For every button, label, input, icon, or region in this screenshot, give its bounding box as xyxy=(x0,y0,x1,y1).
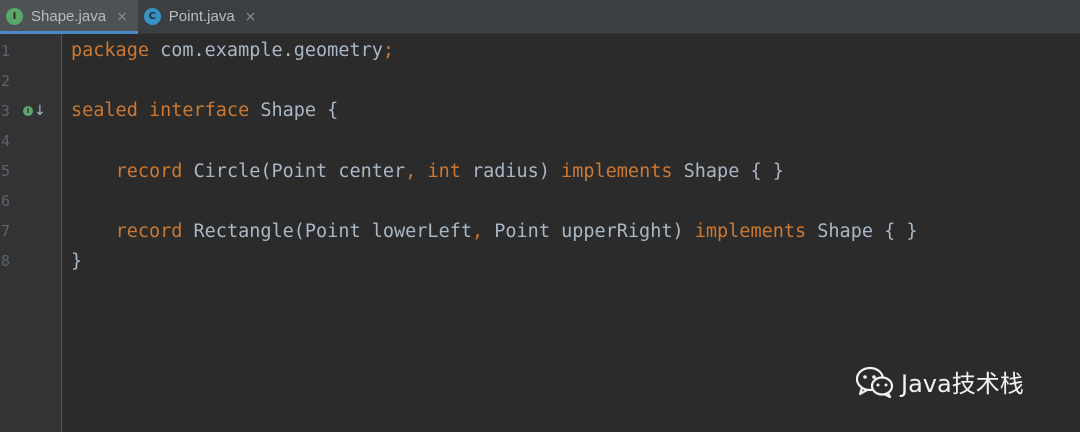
tab-point-java[interactable]: C Point.java × xyxy=(138,0,267,33)
code-text: Shape { xyxy=(249,100,339,121)
code-text: radius) xyxy=(460,161,562,182)
code-line-7: record Rectangle(Point lowerLeft, Point … xyxy=(71,217,918,247)
tab-label: Shape.java xyxy=(31,8,107,25)
keyword: record xyxy=(115,161,183,182)
keyword: sealed xyxy=(71,100,138,121)
comma: , xyxy=(405,161,417,182)
wechat-icon xyxy=(855,366,894,398)
watermark-text: Java技术栈 xyxy=(901,370,1024,398)
semicolon: ; xyxy=(382,40,395,61)
keyword: int xyxy=(427,161,461,182)
keyword: implements xyxy=(694,221,807,242)
code-text: } xyxy=(71,251,83,272)
line-number: 4 xyxy=(0,132,10,150)
interface-file-icon: I xyxy=(6,8,23,25)
line-number-gutter: 1 2 3 4 5 6 7 8 I ↓ xyxy=(0,34,62,432)
tab-label: Point.java xyxy=(168,8,235,25)
comma: , xyxy=(471,221,484,242)
code-text: Shape { } xyxy=(672,161,784,182)
code-editor: I Shape.java × C Point.java × 1 2 3 4 5 … xyxy=(0,0,1080,432)
code-text: Rectangle(Point lowerLeft xyxy=(182,221,472,242)
keyword: interface xyxy=(148,100,250,121)
code-line-5: record Circle(Point center, int radius) … xyxy=(71,157,784,187)
line-number: 1 xyxy=(0,42,10,60)
keyword: implements xyxy=(561,161,673,182)
close-icon[interactable]: × xyxy=(116,9,128,25)
line-number: 6 xyxy=(0,192,10,210)
line-number: 2 xyxy=(0,72,10,90)
code-text: Shape { } xyxy=(806,221,918,242)
keyword: package xyxy=(71,40,149,61)
tab-shape-java[interactable]: I Shape.java × xyxy=(0,0,138,34)
code-line-1: package com.example.geometry; xyxy=(71,36,394,66)
code-line-8: } xyxy=(71,247,82,277)
code-text: Point upperRight) xyxy=(483,221,695,242)
line-number: 5 xyxy=(0,162,10,180)
implemented-by-marker[interactable]: I ↓ xyxy=(23,96,46,126)
editor-tab-bar: I Shape.java × C Point.java × xyxy=(0,0,1080,34)
code-text: Circle(Point center xyxy=(182,161,406,182)
code-line-3: sealed interface Shape { xyxy=(71,96,338,126)
arrow-down-icon: ↓ xyxy=(34,103,46,119)
code-text: com.example.geometry xyxy=(148,40,383,61)
implemented-by-icon: I xyxy=(23,106,33,116)
line-number: 7 xyxy=(0,222,10,240)
watermark: Java技术栈 xyxy=(855,364,1024,399)
class-file-icon: C xyxy=(143,8,161,25)
keyword: record xyxy=(115,221,183,242)
line-number: 8 xyxy=(0,252,10,270)
line-number: 3 xyxy=(0,102,10,120)
close-icon[interactable]: × xyxy=(245,9,257,25)
